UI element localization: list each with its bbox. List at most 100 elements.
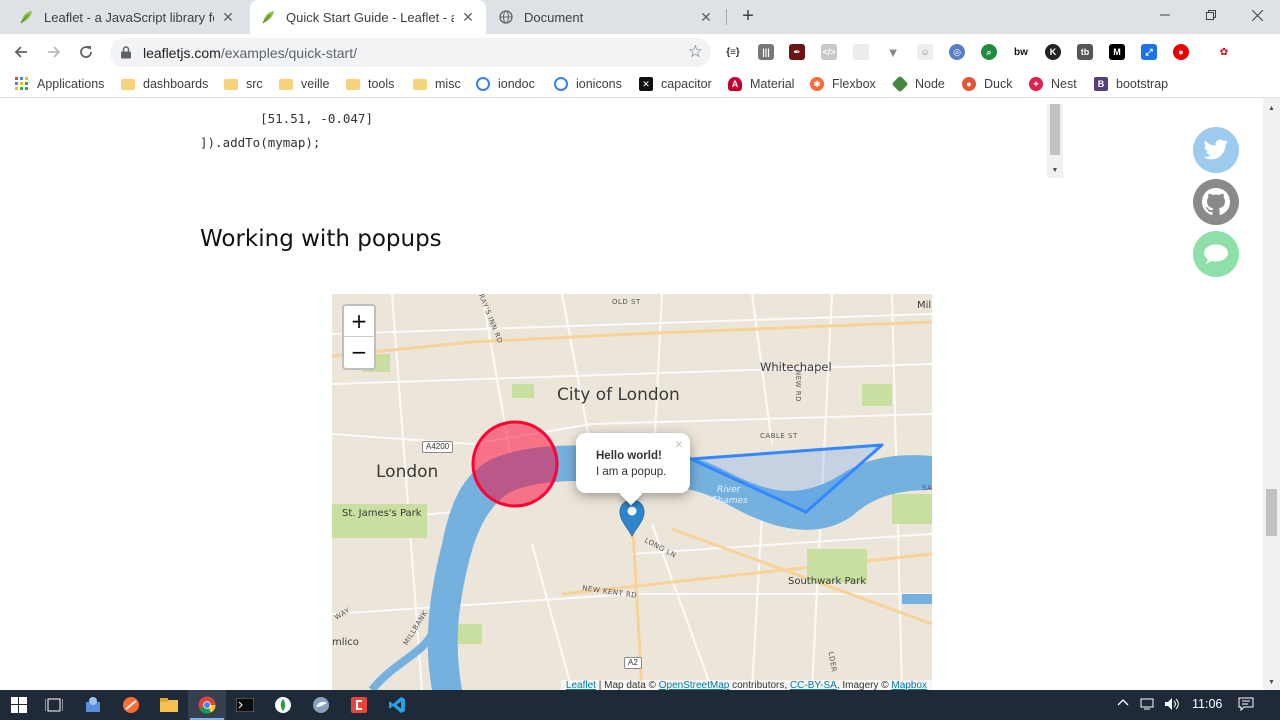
mapbox-link[interactable]: Mapbox bbox=[891, 680, 927, 690]
code-icon[interactable]: </> bbox=[821, 44, 837, 60]
scrollbar-thumb[interactable] bbox=[1050, 104, 1060, 155]
taskbar-file-explorer[interactable] bbox=[150, 690, 188, 720]
medium-icon[interactable]: M bbox=[1109, 44, 1125, 60]
back-icon[interactable] bbox=[8, 39, 34, 65]
extension-search-icon[interactable]: ⌕ bbox=[981, 44, 997, 60]
github-icon bbox=[1194, 180, 1238, 224]
bookmark-dashboards[interactable]: dashboards bbox=[121, 76, 208, 92]
bookmark-flexbox[interactable]: ✱ Flexbox bbox=[810, 76, 876, 92]
tab-document[interactable]: Document ✕ bbox=[488, 0, 724, 34]
zoom-in-button[interactable]: + bbox=[344, 306, 374, 337]
taskbar-app-red[interactable] bbox=[340, 690, 378, 720]
k-extension-icon[interactable]: K bbox=[1045, 44, 1061, 60]
task-view-button[interactable] bbox=[35, 690, 73, 720]
bw-icon[interactable]: bw bbox=[1013, 44, 1029, 60]
extension-face-icon[interactable]: ☺ bbox=[917, 44, 933, 60]
twitter-button[interactable] bbox=[1193, 127, 1239, 173]
chat-button[interactable] bbox=[1193, 231, 1239, 277]
map-attribution: Leaflet | Map data © OpenStreetMap contr… bbox=[560, 680, 932, 690]
node-icon bbox=[891, 75, 909, 93]
restore-icon[interactable] bbox=[1188, 0, 1234, 30]
bookmarks-bar: Applications dashboards src veille tools… bbox=[0, 70, 1280, 98]
close-tab-icon[interactable]: ✕ bbox=[460, 9, 476, 25]
bookmark-applications[interactable]: Applications bbox=[15, 76, 104, 92]
taskbar-app-swirl[interactable] bbox=[112, 690, 150, 720]
bookmark-capacitor[interactable]: ✕ capacitor bbox=[639, 76, 712, 92]
bookmark-nest[interactable]: ✦ Nest bbox=[1029, 76, 1077, 92]
json-viewer-icon[interactable]: {≡} bbox=[725, 44, 741, 60]
code-block-scrollbar[interactable]: ▼ bbox=[1047, 104, 1063, 178]
bookmark-label: capacitor bbox=[661, 77, 712, 91]
taskbar-terminal[interactable] bbox=[226, 690, 264, 720]
bookmark-iondoc[interactable]: iondoc bbox=[476, 76, 535, 92]
network-icon[interactable] bbox=[1140, 697, 1156, 715]
start-button[interactable] bbox=[0, 690, 38, 720]
terminal-icon bbox=[236, 698, 254, 712]
reload-icon[interactable] bbox=[73, 39, 99, 65]
popup-close-icon[interactable]: × bbox=[672, 437, 686, 451]
volume-icon[interactable] bbox=[1164, 697, 1180, 715]
url-path: /examples/quick-start/ bbox=[220, 44, 357, 61]
bookmark-bootstrap[interactable]: Bbootstrap bbox=[1094, 76, 1168, 92]
extension-swirl-icon[interactable]: ◎ bbox=[949, 44, 965, 60]
notification-center-icon[interactable] bbox=[1238, 697, 1254, 715]
bookmark-label: tools bbox=[368, 77, 395, 91]
taskbar-app-green[interactable] bbox=[264, 690, 302, 720]
chat-bubble-icon bbox=[1204, 244, 1228, 264]
bookmark-ionicons[interactable]: ionicons bbox=[554, 76, 622, 92]
tab-quick-start[interactable]: Quick Start Guide - Leaflet - a JavaScri… bbox=[250, 0, 486, 34]
section-heading: Working with popups bbox=[200, 226, 442, 252]
zoom-out-button[interactable]: − bbox=[344, 337, 374, 367]
tray-expand-icon[interactable] bbox=[1117, 697, 1129, 713]
extension-bars-icon[interactable]: ||| bbox=[758, 44, 774, 60]
leaflet-link[interactable]: Leaflet bbox=[566, 680, 596, 690]
tab-title: Document bbox=[524, 9, 584, 25]
close-tab-icon[interactable]: ✕ bbox=[698, 9, 714, 25]
taskbar-clock[interactable]: 11:06 bbox=[1192, 697, 1222, 711]
leaflet-map[interactable]: City of London London Whitechapel St. Ja… bbox=[332, 294, 932, 690]
map-label: St. James's Park bbox=[342, 508, 422, 519]
close-tab-icon[interactable]: ✕ bbox=[220, 9, 236, 25]
bookmark-star-icon[interactable]: ☆ bbox=[688, 43, 703, 61]
new-tab-button[interactable]: + bbox=[737, 6, 759, 28]
bookmark-veille[interactable]: veille bbox=[279, 76, 330, 92]
tab-leaflet-home[interactable]: Leaflet - a JavaScript library for inter… bbox=[8, 0, 246, 34]
profile-extension-icon[interactable]: ✿ bbox=[1216, 44, 1232, 60]
scrollbar-thumb[interactable] bbox=[1266, 489, 1277, 536]
ionic-icon bbox=[476, 77, 490, 91]
scroll-up-arrow-icon[interactable]: ▲ bbox=[1263, 102, 1280, 116]
map-circle[interactable] bbox=[471, 420, 559, 508]
resize-extension-icon[interactable]: ⤢ bbox=[1141, 44, 1157, 60]
window-close-icon[interactable] bbox=[1234, 0, 1280, 30]
blank-extension-icon[interactable] bbox=[853, 44, 869, 60]
bookmark-tools[interactable]: tools bbox=[346, 76, 394, 92]
license-link[interactable]: CC-BY-SA bbox=[790, 680, 837, 690]
taskbar-vscode[interactable] bbox=[378, 690, 416, 720]
bookmark-material[interactable]: A Material bbox=[728, 76, 794, 92]
task-view-icon bbox=[45, 698, 63, 712]
bookmark-duck[interactable]: ● Duck bbox=[962, 76, 1012, 92]
adblock-icon[interactable]: ● bbox=[1173, 44, 1189, 60]
vue-icon[interactable]: ▼ bbox=[885, 44, 901, 60]
forward-icon[interactable] bbox=[41, 39, 67, 65]
map-label: River bbox=[717, 485, 741, 495]
github-button[interactable] bbox=[1193, 179, 1239, 225]
taskbar-chrome[interactable] bbox=[188, 690, 226, 720]
address-bar[interactable]: leafletjs.com/examples/quick-start/ ☆ bbox=[110, 38, 711, 67]
chrome-icon bbox=[198, 696, 216, 714]
folder-icon bbox=[121, 78, 135, 90]
minimize-icon[interactable] bbox=[1142, 0, 1188, 30]
bookmark-src[interactable]: src bbox=[224, 76, 263, 92]
map-marker-icon[interactable] bbox=[619, 499, 645, 542]
bookmark-misc[interactable]: misc bbox=[413, 76, 461, 92]
tb-extension-icon[interactable]: tb bbox=[1077, 44, 1093, 60]
pdf-icon[interactable]: ✒ bbox=[789, 44, 805, 60]
taskbar-app-network[interactable] bbox=[74, 690, 112, 720]
taskbar-app-bird[interactable] bbox=[302, 690, 340, 720]
scroll-down-arrow-icon[interactable]: ▼ bbox=[1047, 164, 1063, 178]
bookmark-label: src bbox=[246, 77, 263, 91]
openstreetmap-link[interactable]: OpenStreetMap bbox=[659, 680, 730, 690]
bookmark-node[interactable]: Node bbox=[891, 75, 945, 93]
scroll-down-arrow-icon[interactable]: ▼ bbox=[1263, 676, 1280, 690]
page-scrollbar[interactable]: ▲ ▼ bbox=[1263, 98, 1280, 690]
